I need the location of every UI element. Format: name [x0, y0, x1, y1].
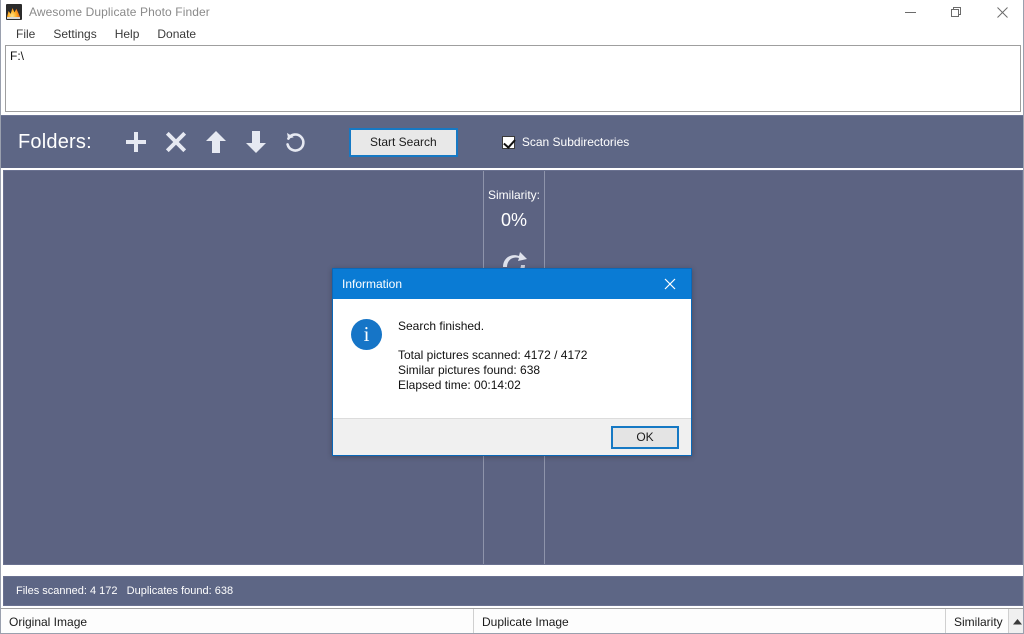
similarity-label: Similarity: — [488, 188, 540, 202]
close-icon[interactable] — [649, 269, 691, 299]
dialog-detail-lines: Total pictures scanned: 4172 / 4172 Simi… — [398, 348, 587, 393]
chevron-up-icon[interactable] — [1008, 609, 1024, 634]
dialog-heading: Search finished. — [398, 319, 587, 333]
window-controls — [887, 0, 1024, 24]
checkbox-box[interactable] — [502, 136, 515, 149]
dialog-line-elapsed-time: Elapsed time: 00:14:02 — [398, 378, 587, 393]
plus-icon[interactable] — [116, 122, 156, 162]
dialog-line-similar-found: Similar pictures found: 638 — [398, 363, 587, 378]
results-column-header: Original Image Duplicate Image Similarit… — [1, 608, 1024, 634]
dialog-message: Search finished. Total pictures scanned:… — [398, 319, 587, 418]
status-bar: Files scanned: 4 172 Duplicates found: 6… — [3, 576, 1023, 606]
flame-icon — [6, 4, 22, 20]
ok-button[interactable]: OK — [611, 426, 679, 449]
column-header-duplicate-image[interactable]: Duplicate Image — [474, 609, 946, 634]
window-title: Awesome Duplicate Photo Finder — [29, 5, 210, 19]
dialog-title: Information — [342, 277, 402, 291]
restore-icon[interactable] — [933, 0, 979, 24]
application-window: Awesome Duplicate Photo Finder File Sett… — [0, 0, 1024, 634]
scan-subdirectories-label: Scan Subdirectories — [522, 135, 629, 149]
title-bar: Awesome Duplicate Photo Finder — [1, 0, 1024, 24]
folders-toolbar: Folders: Start Searc — [1, 115, 1024, 168]
column-header-original-image[interactable]: Original Image — [1, 609, 474, 634]
dialog-body: i Search finished. Total pictures scanne… — [333, 299, 691, 418]
scan-subdirectories-checkbox[interactable]: Scan Subdirectories — [502, 135, 629, 149]
column-header-similarity[interactable]: Similarity — [946, 609, 1008, 634]
refresh-icon[interactable] — [276, 122, 316, 162]
start-search-button[interactable]: Start Search — [349, 128, 458, 157]
menu-item-donate[interactable]: Donate — [148, 26, 205, 42]
folders-label: Folders: — [18, 131, 92, 154]
similarity-value: 0% — [501, 210, 527, 231]
arrow-up-icon[interactable] — [196, 122, 236, 162]
dialog-title-bar: Information — [333, 269, 691, 299]
menu-item-file[interactable]: File — [7, 26, 44, 42]
arrow-down-icon[interactable] — [236, 122, 276, 162]
menu-item-settings[interactable]: Settings — [44, 26, 105, 42]
dialog-footer: OK — [333, 418, 691, 455]
folder-list-item[interactable]: F:\ — [10, 49, 1016, 64]
dialog-line-total-scanned: Total pictures scanned: 4172 / 4172 — [398, 348, 587, 363]
minimize-icon[interactable] — [887, 0, 933, 24]
menu-item-help[interactable]: Help — [106, 26, 149, 42]
close-icon[interactable] — [979, 0, 1024, 24]
menu-bar: File Settings Help Donate — [1, 24, 1024, 43]
info-icon: i — [351, 319, 382, 350]
folder-list[interactable]: F:\ — [5, 45, 1021, 112]
information-dialog: Information i Search finished. Total pic… — [332, 268, 692, 456]
status-text: Files scanned: 4 172 Duplicates found: 6… — [16, 585, 233, 597]
cross-icon[interactable] — [156, 122, 196, 162]
